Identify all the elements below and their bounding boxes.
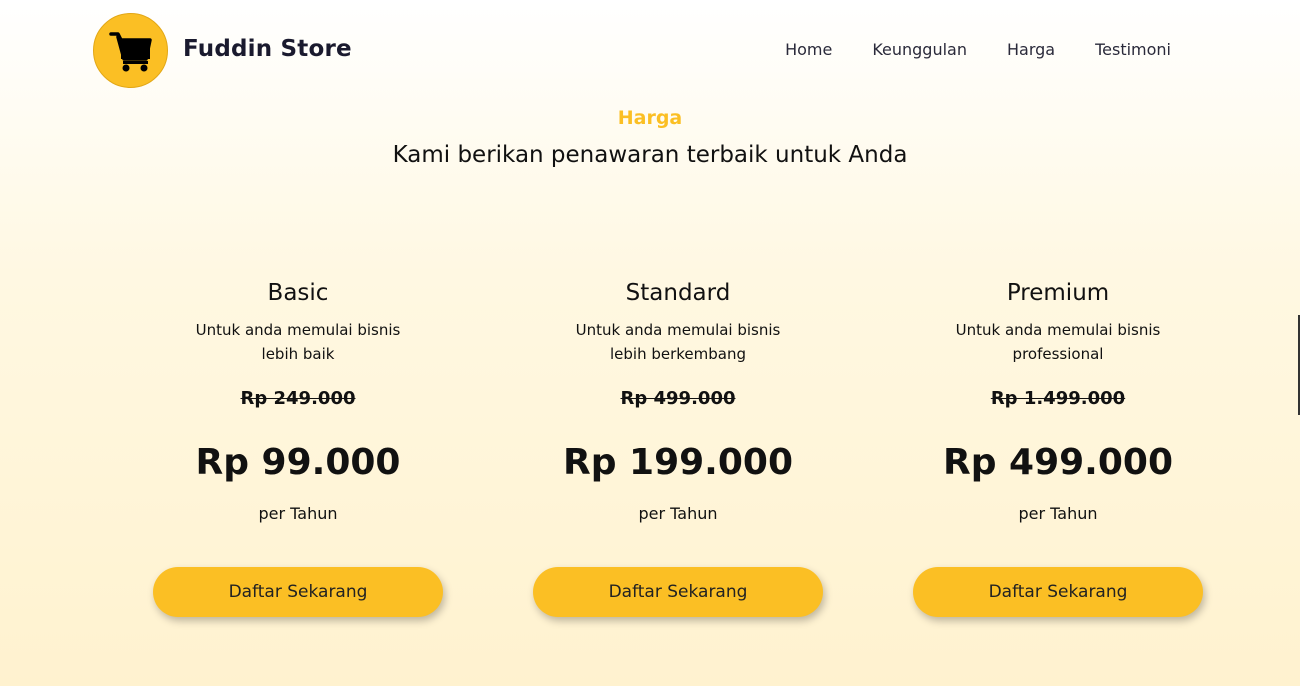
nav-item-home: Home: [785, 40, 832, 59]
nav-link-testimoni[interactable]: Testimoni: [1095, 40, 1171, 59]
old-price: Rp 249.000: [240, 388, 356, 409]
nav-item-testimoni: Testimoni: [1095, 40, 1171, 59]
billing-period: per Tahun: [258, 504, 338, 523]
price: Rp 199.000: [563, 442, 793, 483]
navbar: Fuddin Store Home Keunggulan Harga Testi…: [0, 0, 1300, 100]
plan-name: Premium: [1006, 280, 1110, 306]
brand-name[interactable]: Fuddin Store: [183, 36, 352, 62]
plan-description: Untuk anda memulai bisnis lebih berkemba…: [575, 321, 781, 363]
nav-item-keunggulan: Keunggulan: [872, 40, 967, 59]
register-button-basic[interactable]: Daftar Sekarang: [153, 567, 443, 617]
price: Rp 99.000: [195, 442, 401, 483]
plan-name: Standard: [625, 280, 731, 306]
register-button-standard[interactable]: Daftar Sekarang: [533, 567, 823, 617]
pricing-card-standard: Standard Untuk anda memulai bisnis lebih…: [528, 280, 828, 617]
section-subtitle: Kami berikan penawaran terbaik untuk And…: [392, 142, 908, 168]
plan-description: Untuk anda memulai bisnis lebih baik: [195, 321, 401, 363]
nav-item-harga: Harga: [1007, 40, 1055, 59]
nav-link-harga[interactable]: Harga: [1007, 40, 1055, 59]
billing-period: per Tahun: [1018, 504, 1098, 523]
billing-period: per Tahun: [638, 504, 718, 523]
old-price: Rp 1.499.000: [990, 388, 1126, 409]
shopping-cart-icon: [108, 31, 152, 71]
register-button-premium[interactable]: Daftar Sekarang: [913, 567, 1203, 617]
section-tag: Harga: [617, 107, 683, 129]
nav-link-keunggulan[interactable]: Keunggulan: [872, 40, 967, 59]
nav-links: Home Keunggulan Harga Testimoni: [785, 40, 1171, 59]
nav-link-home[interactable]: Home: [785, 40, 832, 59]
pricing-card-premium: Premium Untuk anda memulai bisnis profes…: [908, 280, 1208, 617]
price: Rp 499.000: [943, 442, 1173, 483]
plan-name: Basic: [267, 280, 329, 306]
old-price: Rp 499.000: [620, 388, 736, 409]
pricing-card-basic: Basic Untuk anda memulai bisnis lebih ba…: [148, 280, 448, 617]
plan-description: Untuk anda memulai bisnis professional: [955, 321, 1161, 363]
logo[interactable]: [93, 13, 168, 88]
